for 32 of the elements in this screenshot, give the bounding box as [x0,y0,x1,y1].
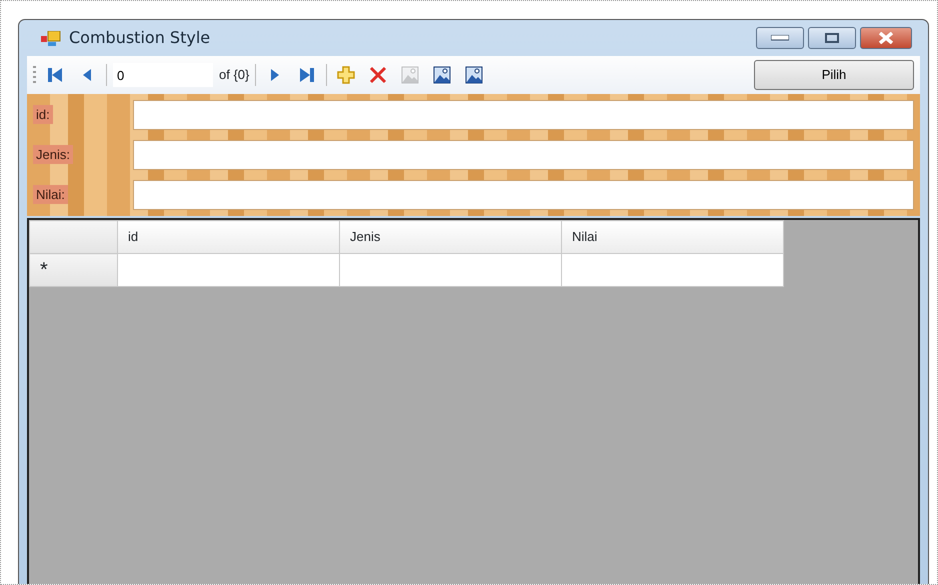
window-title: Combustion Style [69,27,210,49]
new-row-marker: * [30,254,118,286]
column-header[interactable]: Jenis [340,220,562,254]
table-cell[interactable] [562,254,784,286]
close-button[interactable] [860,27,912,49]
column-header[interactable]: Nilai [562,220,784,254]
position-field[interactable]: 0 [113,63,213,87]
column-header[interactable]: id [118,220,340,254]
table-cell[interactable] [118,254,340,286]
close-icon [878,32,894,44]
image-icon [465,66,484,84]
input-field[interactable] [133,100,914,130]
last-record-icon [298,66,316,84]
image-icon [401,66,420,84]
image-icon [433,66,452,84]
record-count-label: of {0} [219,66,250,84]
delete-icon [369,66,388,84]
table-cell[interactable] [340,254,562,286]
maximize-icon [825,33,839,43]
field-label: Nilai: [33,185,68,204]
maximize-button[interactable] [808,27,856,49]
minimize-button[interactable] [756,27,804,49]
app-icon [41,30,61,47]
minimize-icon [771,35,789,41]
grip-icon [33,65,36,85]
field-label: id: [33,105,53,124]
field-label: Jenis: [33,145,73,164]
input-field[interactable] [133,180,914,210]
input-field[interactable] [133,140,914,170]
plus-icon [337,66,356,84]
first-record-icon [46,66,64,84]
pilih-button[interactable]: Pilih [754,60,914,90]
